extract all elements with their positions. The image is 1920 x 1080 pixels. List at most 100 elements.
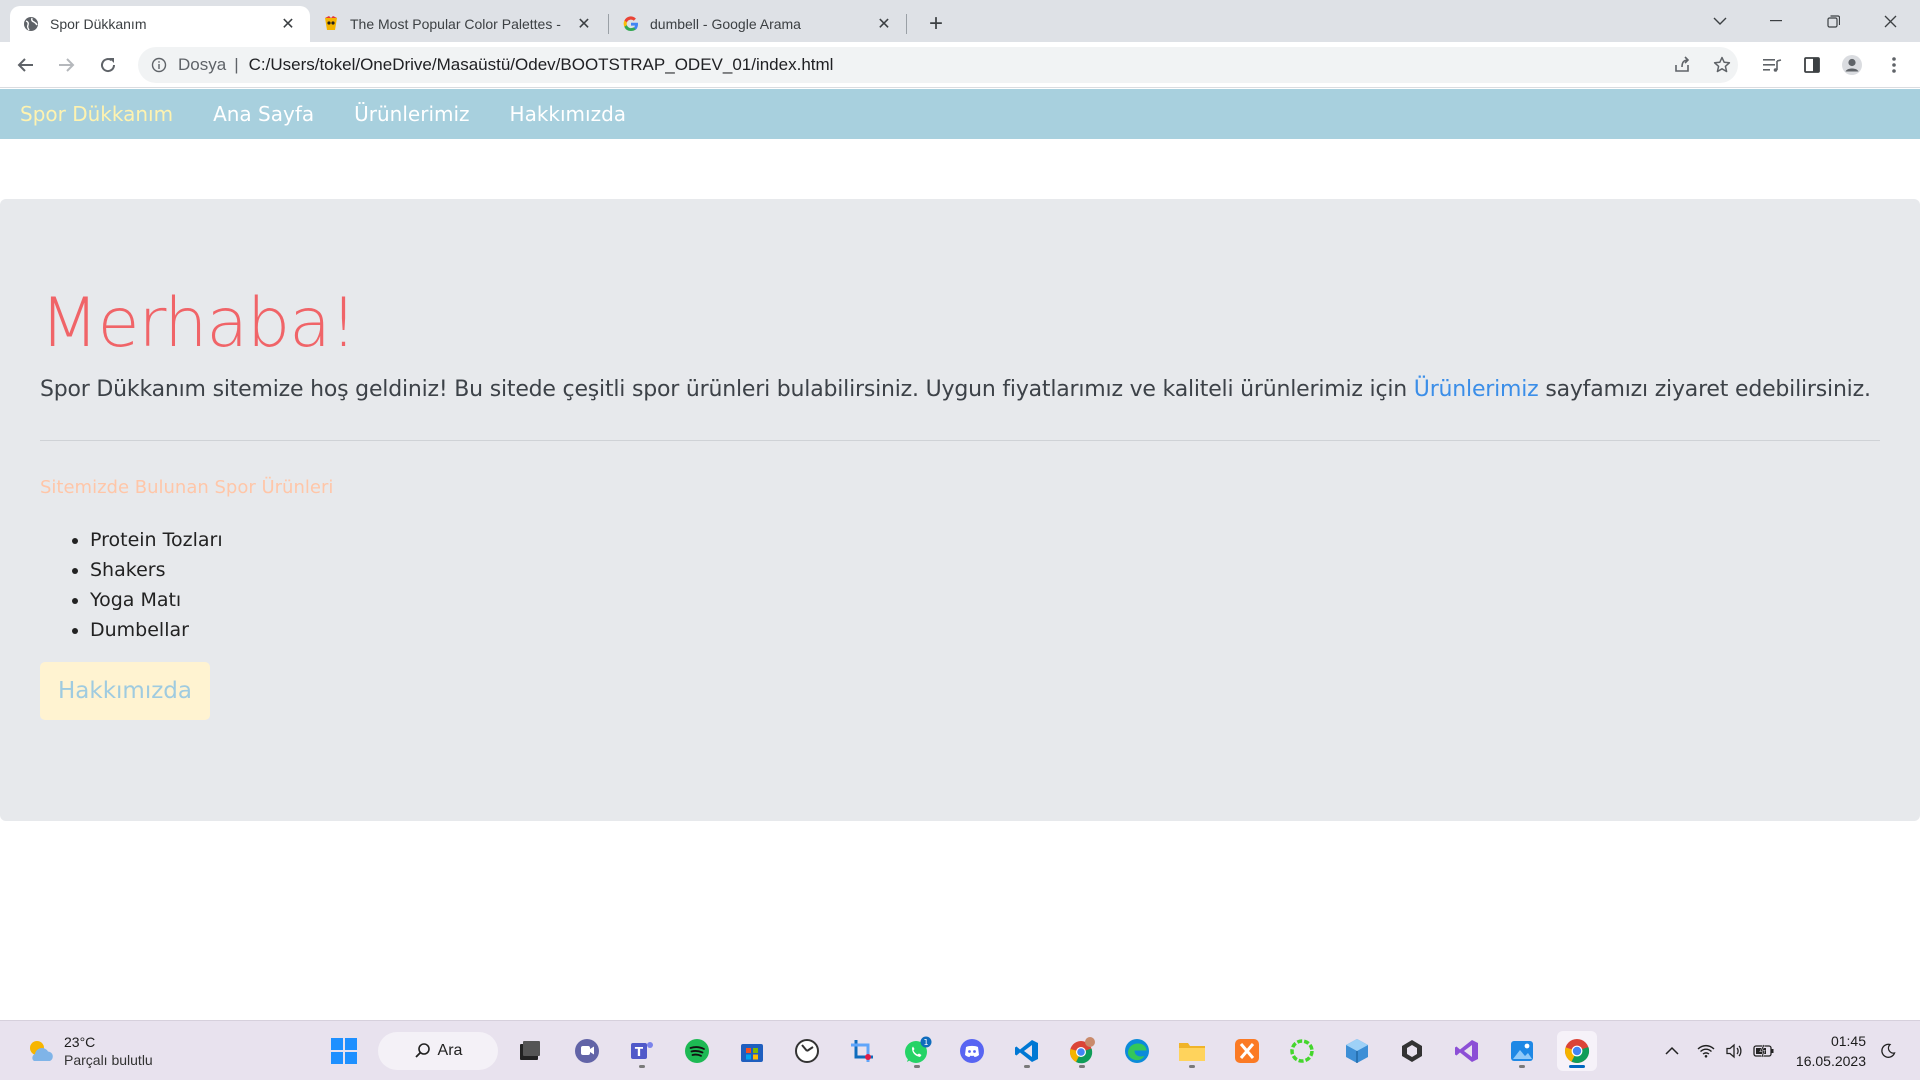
browser-tab-strip: Spor Dükkanım ✕ The Most Popular Color P…: [0, 0, 1920, 42]
reload-icon: [101, 58, 116, 73]
new-tab-button[interactable]: +: [922, 10, 950, 38]
address-bar[interactable]: Dosya | C:/Users/tokel/OneDrive/Masaüstü…: [138, 47, 1738, 83]
tab-search-button[interactable]: [1692, 0, 1748, 42]
xampp-app[interactable]: [1227, 1031, 1267, 1071]
navbar-brand[interactable]: Spor Dükkanım: [20, 102, 173, 126]
chrome-profile-app[interactable]: [1062, 1031, 1102, 1071]
bookmark-star-icon[interactable]: [1704, 47, 1740, 83]
task-view-button[interactable]: [510, 1031, 550, 1071]
media-control-icon[interactable]: [1756, 49, 1788, 81]
edge-app[interactable]: [1117, 1031, 1157, 1071]
close-tab-icon[interactable]: ✕: [278, 14, 298, 34]
visual-studio-icon: [1455, 1040, 1478, 1062]
taskbar-search[interactable]: Ara: [378, 1032, 498, 1070]
svg-text:T: T: [635, 1045, 644, 1059]
arrow-left-icon: [17, 58, 33, 72]
vscode-app[interactable]: [1007, 1031, 1047, 1071]
coolors-icon: [322, 15, 340, 33]
photos-icon: [1511, 1041, 1533, 1061]
chrome-app-active[interactable]: [1557, 1031, 1597, 1071]
lead-paragraph: Spor Dükkanım sitemize hoş geldiniz! Bu …: [40, 377, 1871, 402]
focus-assist-moon-icon[interactable]: [1876, 1039, 1900, 1063]
tab-spor-dukkanim[interactable]: Spor Dükkanım ✕: [10, 6, 310, 42]
profile-avatar-icon[interactable]: [1836, 49, 1868, 81]
tab-title: dumbell - Google Arama: [650, 16, 801, 32]
chevron-down-icon: [1713, 17, 1727, 25]
start-button[interactable]: [324, 1031, 364, 1071]
reload-button[interactable]: [92, 49, 124, 81]
chrome-icon: [1565, 1039, 1590, 1063]
virtualbox-app[interactable]: [1337, 1031, 1377, 1071]
teams-app[interactable]: T: [622, 1031, 662, 1071]
taskbar-search-label: Ara: [437, 1042, 463, 1059]
globe-icon: [22, 15, 40, 33]
razer-app[interactable]: [1282, 1031, 1322, 1071]
page-heading: Merhaba!: [40, 284, 357, 363]
close-tab-icon[interactable]: ✕: [874, 14, 894, 34]
system-clock[interactable]: 01:45 16.05.2023: [1790, 1031, 1866, 1071]
site-navbar: Spor Dükkanım Ana Sayfa Ürünlerimiz Hakk…: [0, 89, 1920, 139]
search-icon: [414, 1043, 430, 1058]
chrome-icon: [1070, 1037, 1095, 1064]
windows-taskbar: 23°C Parçalı bulutlu Ara T 1 01:45 16.05…: [0, 1020, 1920, 1080]
info-icon[interactable]: [150, 56, 168, 74]
discord-app[interactable]: [952, 1031, 992, 1071]
running-indicator: [1189, 1065, 1195, 1068]
tab-title: The Most Popular Color Palettes -: [350, 16, 561, 32]
restore-button[interactable]: [1805, 0, 1861, 42]
tab-separator: [906, 14, 907, 34]
running-indicator: [1079, 1065, 1085, 1068]
chrome-menu-icon[interactable]: [1878, 49, 1910, 81]
store-icon: [741, 1044, 763, 1062]
minimize-button[interactable]: [1748, 0, 1804, 42]
teams-chat-app[interactable]: [567, 1031, 607, 1071]
file-explorer-app[interactable]: [1172, 1031, 1212, 1071]
nav-link-ana-sayfa[interactable]: Ana Sayfa: [213, 102, 314, 126]
wifi-icon[interactable]: [1694, 1039, 1718, 1063]
folder-icon: [1179, 1043, 1205, 1061]
whatsapp-app[interactable]: 1: [897, 1031, 937, 1071]
edge-icon: [1125, 1039, 1149, 1063]
weather-widget[interactable]: 23°C Parçalı bulutlu: [24, 1033, 153, 1069]
side-panel-icon[interactable]: [1796, 49, 1828, 81]
address-url[interactable]: C:/Users/tokel/OneDrive/Masaüstü/Odev/BO…: [249, 55, 834, 75]
google-icon: [622, 15, 640, 33]
list-item: Yoga Matı: [90, 585, 223, 615]
snipping-tool-icon: [851, 1040, 873, 1062]
share-icon[interactable]: [1664, 47, 1700, 83]
close-window-button[interactable]: [1862, 0, 1918, 42]
back-button[interactable]: [10, 49, 42, 81]
spotify-app[interactable]: [677, 1031, 717, 1071]
snipping-tool-app[interactable]: [842, 1031, 882, 1071]
chevron-up-icon[interactable]: [1660, 1039, 1684, 1063]
weather-condition: Parçalı bulutlu: [64, 1052, 153, 1068]
running-indicator: [639, 1065, 645, 1068]
tab-color-palettes[interactable]: The Most Popular Color Palettes - ✕: [310, 6, 606, 42]
weather-temperature: 23°C: [64, 1034, 96, 1050]
close-icon: [1884, 15, 1896, 27]
divider: [40, 440, 1880, 441]
cube-icon: [1346, 1039, 1368, 1063]
windows-start-icon: [331, 1038, 357, 1064]
nav-link-urunlerimiz[interactable]: Ürünlerimiz: [354, 102, 469, 126]
forward-button[interactable]: [50, 49, 82, 81]
urunlerimiz-link[interactable]: Ürünlerimiz: [1414, 377, 1539, 402]
volume-icon[interactable]: [1722, 1039, 1746, 1063]
battery-charging-icon[interactable]: [1752, 1039, 1776, 1063]
clock-date: 16.05.2023: [1795, 1053, 1866, 1069]
running-indicator: [1519, 1065, 1525, 1068]
hakkimizda-button[interactable]: Hakkımızda: [40, 662, 210, 720]
unity-app[interactable]: [1392, 1031, 1432, 1071]
photos-app[interactable]: [1502, 1031, 1542, 1071]
microsoft-store-app[interactable]: [732, 1031, 772, 1071]
close-tab-icon[interactable]: ✕: [574, 14, 594, 34]
tab-google-search[interactable]: dumbell - Google Arama ✕: [610, 6, 906, 42]
clock-app[interactable]: [787, 1031, 827, 1071]
lead-text-before: Spor Dükkanım sitemize hoş geldiniz! Bu …: [40, 377, 1414, 402]
tab-title: Spor Dükkanım: [50, 16, 147, 32]
nav-link-hakkimizda[interactable]: Hakkımızda: [510, 102, 627, 126]
running-indicator: [1024, 1065, 1030, 1068]
xampp-icon: [1235, 1039, 1259, 1063]
visual-studio-app[interactable]: [1447, 1031, 1487, 1071]
address-scheme-label: Dosya: [178, 55, 227, 74]
